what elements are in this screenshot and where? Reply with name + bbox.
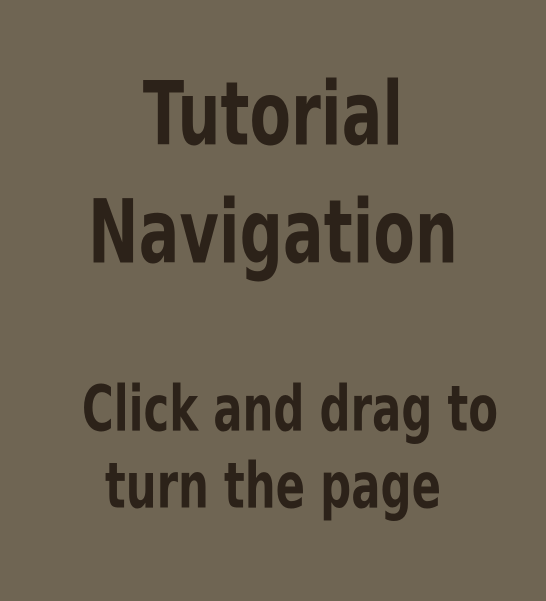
instruction-text-line-1: Click and drag to — [81, 371, 499, 446]
page-title-line-2: Navigation — [88, 180, 458, 284]
tutorial-page[interactable]: Tutorial Navigation Click and drag to tu… — [0, 0, 546, 601]
instruction-text-line-2: turn the page — [104, 448, 442, 523]
page-title-line-1: Tutorial — [142, 62, 404, 166]
